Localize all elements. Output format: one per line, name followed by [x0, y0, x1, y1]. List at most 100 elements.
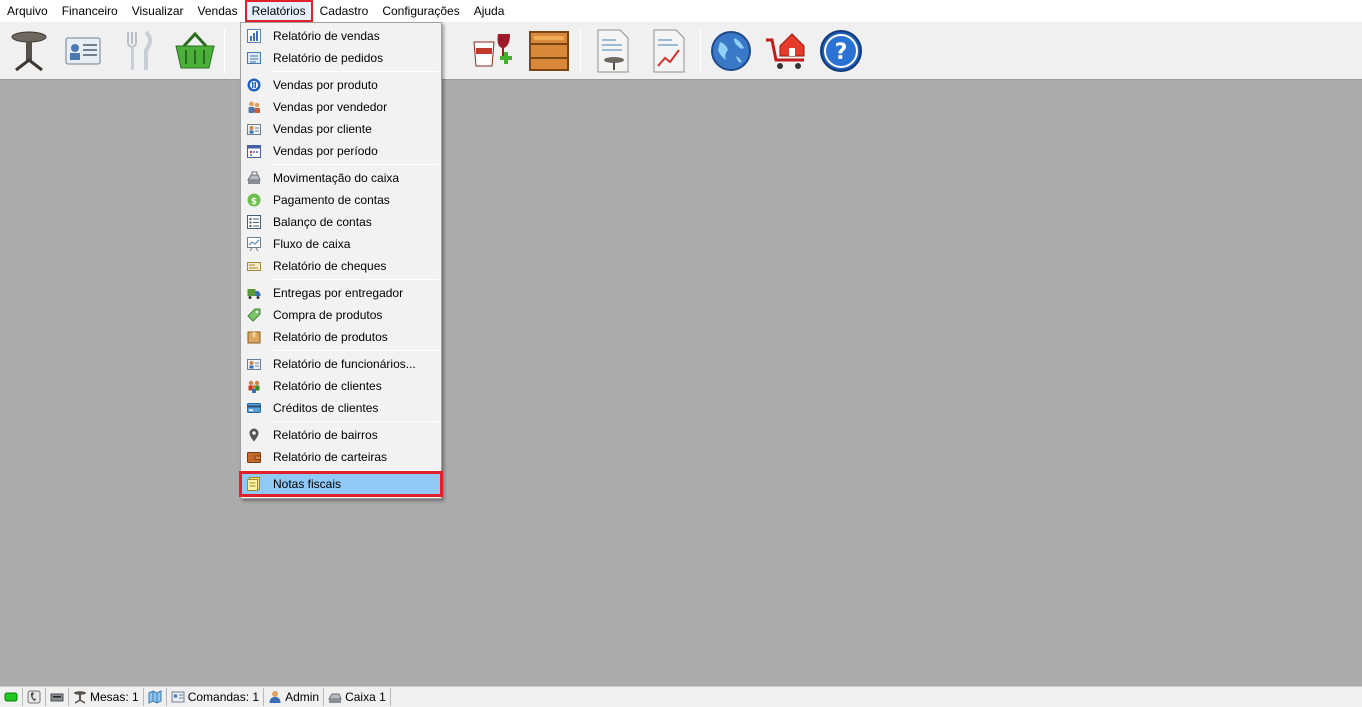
mesas-status: Mesas: 1 — [69, 688, 144, 706]
wallet-icon — [247, 450, 261, 464]
menu-item-label: Vendas por período — [273, 144, 378, 158]
map-status[interactable] — [144, 688, 167, 706]
menu-item-label: Notas fiscais — [273, 477, 342, 491]
connection-status — [0, 688, 23, 706]
menu-item-entregas-entregador[interactable]: Entregas por entregador — [241, 282, 441, 304]
svg-text:$: $ — [251, 197, 257, 207]
menu-item-label: Relatório de bairros — [273, 428, 378, 442]
menu-separator — [271, 470, 439, 471]
menu-cadastro[interactable]: Cadastro — [313, 0, 376, 22]
flow-chart-icon — [247, 237, 261, 251]
menu-item-fluxo-caixa[interactable]: Fluxo de caixa — [241, 233, 441, 255]
menu-item-relatorio-funcionarios[interactable]: Relatório de funcionários... — [241, 353, 441, 375]
menu-item-notas-fiscais[interactable]: Notas fiscais — [239, 471, 443, 497]
toolbar-delivery-button[interactable] — [762, 26, 812, 76]
product-circle-icon — [247, 78, 261, 92]
toolbar-add-product-button[interactable] — [468, 26, 518, 76]
user-icon — [269, 691, 281, 703]
relatorios-dropdown: Relatório de vendas Relatório de pedidos… — [239, 22, 443, 499]
help-icon: ? — [820, 30, 862, 72]
menu-financeiro[interactable]: Financeiro — [55, 0, 125, 22]
mdi-workspace — [0, 81, 1362, 686]
toolbar: ? — [0, 22, 1362, 80]
toolbar-orders-button[interactable] — [114, 26, 164, 76]
toolbar-stock-button[interactable] — [524, 26, 574, 76]
map-icon — [148, 690, 162, 704]
menu-vendas[interactable]: Vendas — [191, 0, 245, 22]
toolbar-tables-button[interactable] — [4, 26, 54, 76]
caixa-status: Caixa 1 — [324, 688, 391, 706]
menu-item-balanco-contas[interactable]: Balanço de contas — [241, 211, 441, 233]
menu-item-relatorio-cheques[interactable]: Relatório de cheques — [241, 255, 441, 277]
map-pin-icon — [247, 428, 261, 442]
svg-text:?: ? — [835, 40, 848, 65]
menu-item-label: Vendas por vendedor — [273, 100, 388, 114]
table-icon — [11, 31, 47, 72]
toolbar-sales-button[interactable] — [170, 26, 220, 76]
menu-relatorios[interactable]: Relatórios — [244, 0, 313, 22]
box-icon — [247, 330, 261, 344]
toolbar-chart-report-button[interactable] — [644, 26, 694, 76]
menu-item-label: Pagamento de contas — [273, 193, 390, 207]
delivery-status[interactable] — [46, 688, 69, 706]
cutlery-icon — [127, 30, 152, 70]
menu-item-compra-produtos[interactable]: Compra de produtos — [241, 304, 441, 326]
cash-register-icon — [247, 171, 261, 185]
menu-item-relatorio-produtos[interactable]: Relatório de produtos — [241, 326, 441, 348]
invoice-note-icon — [247, 477, 261, 491]
menu-ajuda[interactable]: Ajuda — [467, 0, 512, 22]
menu-item-relatorio-pedidos[interactable]: Relatório de pedidos — [241, 47, 441, 69]
menu-configuracoes[interactable]: Configurações — [375, 0, 466, 22]
menu-item-relatorio-bairros[interactable]: Relatório de bairros — [241, 424, 441, 446]
menu-item-label: Relatório de clientes — [273, 379, 382, 393]
user-name: Admin — [285, 690, 320, 704]
toolbar-separator — [700, 28, 701, 74]
toolbar-internet-button[interactable] — [706, 26, 756, 76]
mesas-count: Mesas: 1 — [90, 690, 139, 704]
menu-item-creditos-clientes[interactable]: Créditos de clientes — [241, 397, 441, 419]
comanda-icon — [171, 691, 185, 703]
chart-report-icon — [653, 29, 685, 73]
globe-icon — [711, 31, 751, 71]
menu-item-relatorio-clientes[interactable]: Relatório de clientes — [241, 375, 441, 397]
cheque-icon — [247, 259, 261, 273]
menu-item-vendas-vendedor[interactable]: Vendas por vendedor — [241, 96, 441, 118]
calendar-icon — [247, 144, 261, 158]
phone-status[interactable] — [23, 688, 46, 706]
status-bar: Mesas: 1 Comandas: 1 Admin Caixa 1 — [0, 686, 1362, 707]
menu-item-relatorio-vendas[interactable]: Relatório de vendas — [241, 25, 441, 47]
comandas-count: Comandas: 1 — [187, 690, 260, 704]
toolbar-customers-button[interactable] — [58, 26, 108, 76]
menu-item-label: Relatório de funcionários... — [273, 357, 416, 371]
menu-item-label: Compra de produtos — [273, 308, 383, 322]
comandas-status: Comandas: 1 — [167, 688, 265, 706]
menu-item-vendas-produto[interactable]: Vendas por produto — [241, 74, 441, 96]
menu-arquivo[interactable]: Arquivo — [0, 0, 55, 22]
menu-item-vendas-periodo[interactable]: Vendas por período — [241, 140, 441, 162]
menu-item-relatorio-carteiras[interactable]: Relatório de carteiras — [241, 446, 441, 468]
menu-item-vendas-cliente[interactable]: Vendas por cliente — [241, 118, 441, 140]
menu-item-movimentacao-caixa[interactable]: Movimentação do caixa — [241, 167, 441, 189]
coffee-wine-add-icon — [473, 34, 512, 67]
menu-separator — [271, 421, 439, 422]
toolbar-help-button[interactable]: ? — [816, 26, 866, 76]
credit-card-icon — [247, 401, 261, 415]
menu-item-label: Relatório de cheques — [273, 259, 387, 273]
client-card-icon — [247, 122, 261, 136]
menu-item-pagamento-contas[interactable]: $ Pagamento de contas — [241, 189, 441, 211]
connection-led-icon — [4, 692, 18, 702]
crate-icon — [529, 31, 569, 71]
toolbar-table-report-button[interactable] — [588, 26, 638, 76]
people-icon — [247, 379, 261, 393]
table-small-icon — [74, 691, 86, 704]
truck-icon — [247, 286, 261, 300]
menu-item-label: Relatório de carteiras — [273, 450, 388, 464]
menu-item-label: Vendas por produto — [273, 78, 378, 92]
menu-visualizar[interactable]: Visualizar — [125, 0, 191, 22]
checklist-icon — [247, 215, 261, 229]
menu-item-label: Relatório de vendas — [273, 29, 380, 43]
toolbar-separator — [580, 28, 581, 74]
menu-separator — [271, 71, 439, 72]
toolbar-separator — [224, 28, 225, 74]
table-report-icon — [597, 29, 629, 73]
